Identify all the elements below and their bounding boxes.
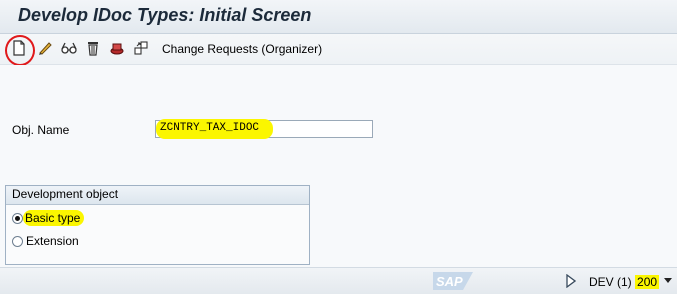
radio-basic-type[interactable]: Basic type	[12, 210, 85, 226]
change-button[interactable]	[35, 37, 55, 59]
development-object-group: Development object Basic type Extension	[5, 185, 310, 265]
create-button[interactable]	[9, 37, 29, 59]
svg-text:SAP: SAP	[436, 274, 463, 289]
copy-button[interactable]	[107, 37, 127, 59]
title-bar: Develop IDoc Types: Initial Screen	[0, 0, 677, 34]
page-title: Develop IDoc Types: Initial Screen	[18, 5, 312, 25]
glasses-icon	[60, 40, 78, 56]
trash-icon	[86, 40, 100, 56]
create-icon	[12, 40, 26, 56]
system-name: DEV (1)	[589, 275, 632, 289]
group-title: Development object	[6, 186, 309, 205]
rename-button[interactable]	[131, 37, 151, 59]
rename-icon	[133, 40, 149, 56]
pencil-icon	[37, 40, 53, 56]
status-bar: SAP DEV (1) 200	[0, 267, 677, 294]
obj-name-label: Obj. Name	[12, 123, 70, 137]
change-requests-button[interactable]: Change Requests (Organizer)	[162, 42, 322, 56]
main-content: Obj. Name ZCNTRY_TAX_IDOC Development ob…	[0, 65, 677, 267]
radio-label-extension: Extension	[26, 234, 79, 248]
radio-extension[interactable]: Extension	[12, 234, 79, 248]
client-number: 200	[635, 275, 660, 289]
radio-unselected-icon	[12, 235, 23, 247]
delete-button[interactable]	[83, 37, 103, 59]
chevron-down-icon[interactable]	[664, 278, 672, 283]
obj-name-value[interactable]: ZCNTRY_TAX_IDOC	[156, 119, 274, 139]
application-toolbar: Change Requests (Organizer)	[0, 34, 677, 66]
sap-logo: SAP	[433, 272, 473, 290]
system-info: DEV (1) 200	[589, 275, 660, 289]
radio-label-basic-type: Basic type	[23, 210, 85, 226]
copy-icon	[109, 40, 125, 56]
display-button[interactable]	[59, 37, 79, 59]
play-icon[interactable]	[566, 274, 576, 288]
radio-selected-icon	[12, 212, 23, 224]
